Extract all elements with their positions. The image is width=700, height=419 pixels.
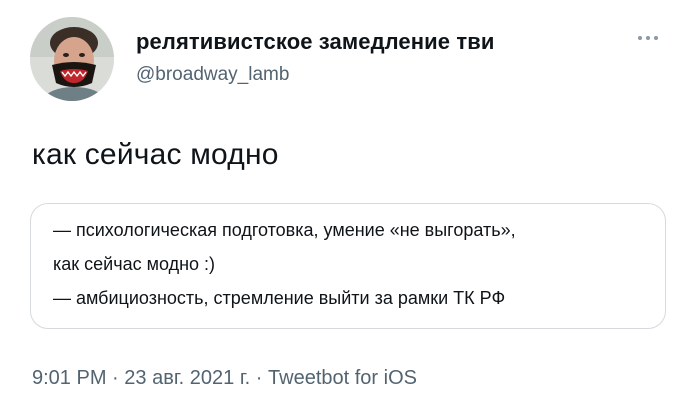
meta-separator: · [106, 367, 125, 389]
tweet-text: как сейчас модно [32, 138, 279, 171]
quote-line: — психологическая подготовка, умение «не… [53, 220, 516, 240]
author-display-name[interactable]: релятивистское замедление тви [136, 29, 494, 55]
quote-line: как сейчас модно :) [53, 254, 216, 274]
tweet-meta: 9:01 PM · 23 авг. 2021 г. · Tweetbot for… [32, 367, 417, 390]
more-button[interactable] [628, 24, 668, 52]
quoted-text-box: — психологическая подготовка, умение «не… [30, 203, 666, 329]
avatar[interactable] [30, 17, 114, 101]
tweet-client[interactable]: Tweetbot for iOS [268, 367, 417, 389]
tweet-card: релятивистское замедление тви @broadway_… [0, 0, 700, 419]
quote-line: — амбициозность, стремление выйти за рам… [53, 288, 506, 308]
tweet-time[interactable]: 9:01 PM [32, 367, 106, 389]
avatar-photo [30, 17, 114, 101]
more-dots-icon [638, 36, 658, 40]
meta-separator: · [250, 367, 269, 389]
tweet-date[interactable]: 23 авг. 2021 г. [124, 367, 250, 389]
author-handle[interactable]: @broadway_lamb [136, 64, 289, 86]
